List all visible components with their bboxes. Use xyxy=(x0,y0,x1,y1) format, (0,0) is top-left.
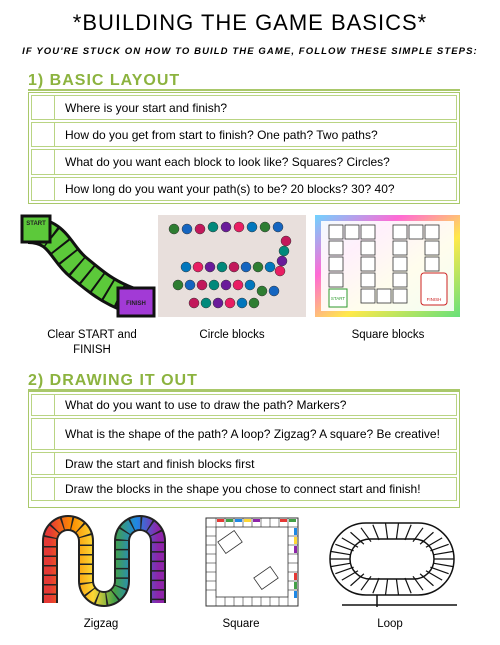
page-title: *BUILDING THE GAME BASICS* xyxy=(72,10,428,35)
circle-block xyxy=(220,279,232,291)
section-divider xyxy=(28,89,460,91)
circle-block xyxy=(200,297,212,309)
circle-block xyxy=(224,297,236,309)
checklist-text: How do you get from start to finish? One… xyxy=(65,127,378,142)
checklist-text: What do you want each block to look like… xyxy=(65,155,390,169)
checkbox[interactable] xyxy=(32,478,55,500)
caption-start-finish: Clear START and FINISH xyxy=(47,329,137,356)
circle-block xyxy=(208,279,220,291)
caption-zigzag: Zigzag xyxy=(83,618,119,630)
circle-block xyxy=(272,221,284,233)
circle-block xyxy=(168,223,180,235)
checklist-text: Draw the blocks in the shape you chose t… xyxy=(65,482,421,496)
caption-square: Square xyxy=(222,618,260,630)
checklist-row: Draw the start and finish blocks first xyxy=(31,452,457,475)
square-start-label: START xyxy=(331,296,346,301)
checklist-row: Draw the blocks in the shape you chose t… xyxy=(31,477,457,501)
section-heading-basic-layout: 1) BASIC LAYOUT xyxy=(28,72,181,89)
checkbox[interactable] xyxy=(32,96,55,119)
circle-block xyxy=(280,235,292,247)
checklist-basic-layout: Where is your start and finish? How do y… xyxy=(28,92,460,204)
circle-block xyxy=(232,279,244,291)
circle-block xyxy=(236,297,248,309)
checklist-text: Where is your start and finish? xyxy=(65,100,228,115)
circle-block xyxy=(246,221,258,233)
checkbox[interactable] xyxy=(32,123,55,146)
checkbox[interactable] xyxy=(32,178,55,200)
circle-block xyxy=(172,279,184,291)
circle-block xyxy=(252,261,264,273)
checklist-text: What is the shape of the path? A loop? Z… xyxy=(65,427,440,441)
caption-circle-blocks: Circle blocks xyxy=(199,329,265,341)
circle-block xyxy=(196,279,208,291)
circle-block xyxy=(180,261,192,273)
checklist-row: What is the shape of the path? A loop? Z… xyxy=(31,418,457,450)
checklist-text: Draw the start and finish blocks first xyxy=(65,456,255,471)
checklist-row: What do you want to use to draw the path… xyxy=(31,394,457,416)
caption-loop: Loop xyxy=(377,618,403,630)
checklist-drawing-it-out: What do you want to use to draw the path… xyxy=(28,391,460,508)
caption-square-blocks: Square blocks xyxy=(351,329,425,341)
square-blocks-image: START FINISH xyxy=(315,215,460,317)
circle-blocks-image xyxy=(158,215,306,317)
circle-block xyxy=(220,221,232,233)
circle-block xyxy=(256,285,268,297)
circle-block xyxy=(274,265,286,277)
circle-block xyxy=(228,261,240,273)
circle-block xyxy=(233,221,245,233)
circle-block xyxy=(212,297,224,309)
finish-label: FINISH xyxy=(126,301,146,307)
start-finish-path-image: START FINISH xyxy=(20,214,156,318)
page-subtitle: IF YOU'RE STUCK ON HOW TO BUILD THE GAME… xyxy=(22,46,478,57)
circle-block xyxy=(204,261,216,273)
circle-block xyxy=(207,221,219,233)
circle-block xyxy=(268,285,280,297)
section-heading-drawing-it-out: 2) DRAWING IT OUT xyxy=(28,372,198,389)
circle-block xyxy=(276,255,288,267)
checkbox[interactable] xyxy=(32,150,55,174)
checklist-row: How do you get from start to finish? One… xyxy=(31,122,457,147)
checklist-row: How long do you want your path(s) to be?… xyxy=(31,177,457,201)
square-finish-label: FINISH xyxy=(427,297,442,302)
circle-block xyxy=(192,261,204,273)
square-path-image xyxy=(205,517,299,607)
circle-block xyxy=(184,279,196,291)
circle-block xyxy=(194,223,206,235)
circle-block xyxy=(278,245,290,257)
circle-block xyxy=(181,223,193,235)
checkbox[interactable] xyxy=(32,395,55,415)
circle-block xyxy=(259,221,271,233)
checklist-text: What do you want to use to draw the path… xyxy=(65,398,347,412)
loop-path-image xyxy=(329,522,457,607)
circle-block xyxy=(244,279,256,291)
checklist-row: Where is your start and finish? xyxy=(31,95,457,120)
zigzag-path-image xyxy=(42,515,166,607)
circle-block xyxy=(240,261,252,273)
start-label: START xyxy=(26,221,46,227)
circle-block xyxy=(264,261,276,273)
circle-block xyxy=(216,261,228,273)
circle-block xyxy=(188,297,200,309)
checklist-text: How long do you want your path(s) to be?… xyxy=(65,182,395,196)
checkbox[interactable] xyxy=(32,419,55,449)
checklist-row: What do you want each block to look like… xyxy=(31,149,457,175)
circle-block xyxy=(248,297,260,309)
checkbox[interactable] xyxy=(32,453,55,474)
